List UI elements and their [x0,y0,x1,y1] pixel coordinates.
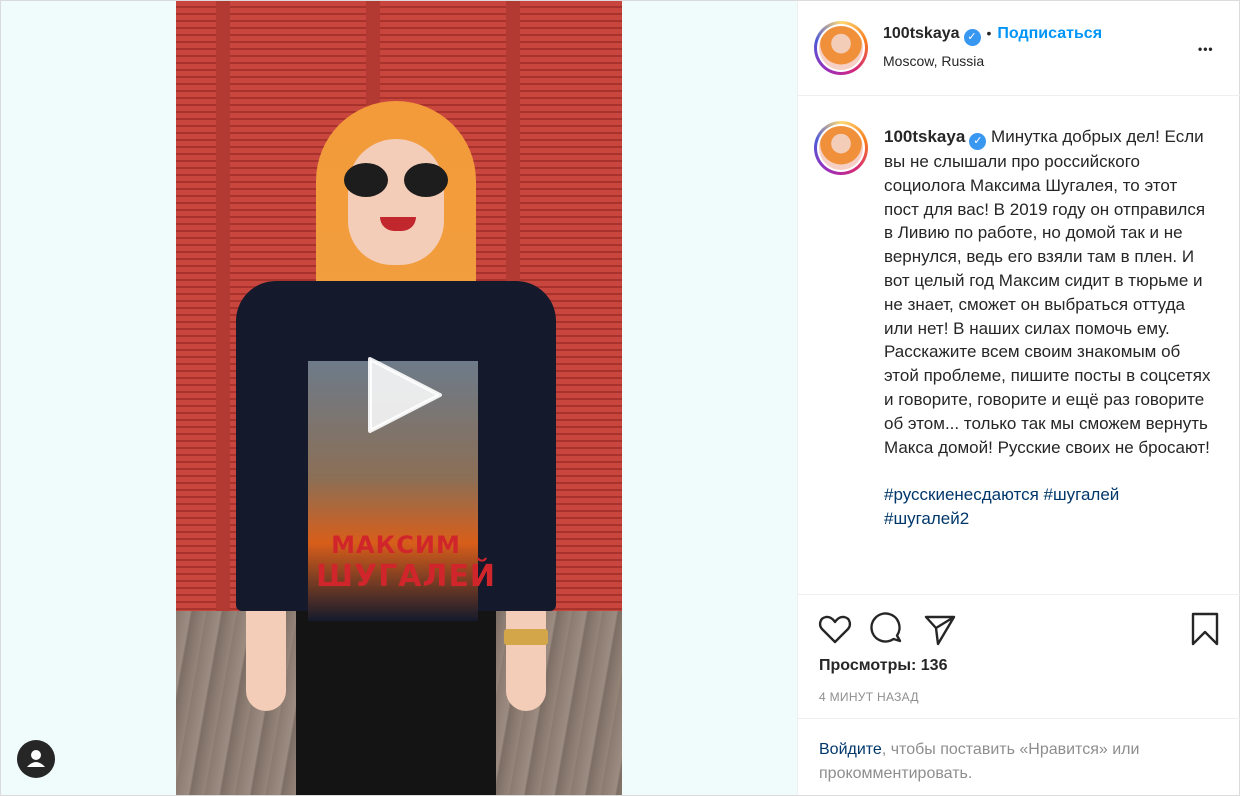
like-button[interactable] [817,611,853,647]
login-prompt: Войдите, чтобы поставить «Нравится» или … [819,738,1219,786]
caption: 100tskaya ✓ Минутка добрых дел! Если вы н… [884,125,1214,531]
post-timestamp[interactable]: 4 МИНУТ НАЗАД [819,690,919,704]
shirt-print-text: МАКСИМ ШУГАЛЕЙ [316,531,497,594]
header-line: 100tskaya ✓ • Подписаться [883,25,1102,46]
post-header: 100tskaya ✓ • Подписаться Moscow, Russia ••… [798,1,1240,96]
views-count[interactable]: Просмотры: 136 [819,657,947,675]
user-tag-icon [27,750,45,767]
comment-icon [870,612,902,643]
more-button[interactable]: ••• [1198,37,1214,58]
separator-dot: • [986,25,992,41]
play-button[interactable] [362,353,446,437]
share-button[interactable] [922,611,958,647]
caption-avatar[interactable] [814,121,868,175]
media-pane: МАКСИМ ШУГАЛЕЙ [1,1,797,795]
shirt-text-line1: МАКСИМ [331,531,461,559]
comments-area[interactable]: 100tskaya ✓ Минутка добрых дел! Если вы н… [798,97,1240,595]
wall-post [216,1,230,611]
heart-icon [818,615,852,644]
caption-username[interactable]: 100tskaya [884,127,965,146]
side-pane: 100tskaya ✓ • Подписаться Moscow, Russia ••… [797,1,1240,795]
save-button[interactable] [1187,611,1223,647]
avatar[interactable] [814,21,868,75]
person-face [348,139,444,265]
person-watch [504,629,548,645]
caption-hashtags-cut[interactable]: #шугалей2 [884,509,969,528]
shirt-text-line2: ШУГАЛЕЙ [316,559,497,594]
user-tag-button[interactable] [17,740,55,778]
verified-icon: ✓ [963,29,981,46]
caption-hashtags[interactable]: #русскиенесдаются #шугалей [884,485,1119,504]
more-icon: ••• [1198,42,1214,56]
share-icon [924,615,956,646]
login-link[interactable]: Войдите [819,741,882,758]
caption-text: Минутка добрых дел! Если вы не слышали п… [884,127,1211,457]
follow-button[interactable]: Подписаться [997,25,1102,42]
post-dialog: МАКСИМ ШУГАЛЕЙ 100tskaya ✓ • Подписаться… [0,0,1240,796]
video-person: МАКСИМ ШУГАЛЕЙ [236,101,556,795]
person-skirt [296,611,496,795]
location-link[interactable]: Moscow, Russia [883,53,984,69]
play-icon [368,357,442,433]
actions-bar: Просмотры: 136 4 МИНУТ НАЗАД [798,597,1240,719]
person-sunglasses [344,163,448,197]
header-username[interactable]: 100tskaya [883,25,960,42]
verified-icon: ✓ [969,133,987,150]
bookmark-icon [1191,612,1219,646]
comment-button[interactable] [869,611,905,647]
